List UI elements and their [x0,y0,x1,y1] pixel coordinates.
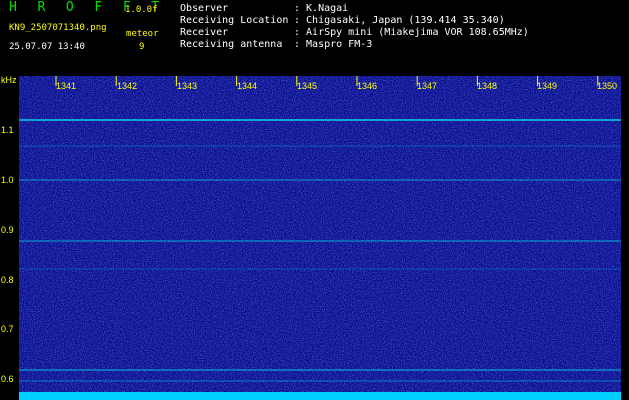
filename-label: KN9_2507071340.png [9,23,107,33]
x-tick-label: 1349 [537,81,558,91]
info-label-location: Receiving Location [180,15,289,26]
info-value-observer: : K.Nagai [294,3,349,14]
info-value-receiver: : AirSpy mini (Miakejima VOR 108.65MHz) [294,27,529,38]
x-tick-label: 1341 [56,81,77,91]
bottom-noise-band [19,392,621,400]
info-value-location: : Chigasaki, Japan (139.414 35.340) [294,15,505,26]
x-tick-label: 1344 [237,81,258,91]
info-label-observer: Observer [180,3,229,14]
x-tick-label: 1343 [177,81,198,91]
timestamp-label: 25.07.07 13:40 [9,42,85,52]
y-tick-label: 0.9 [1,225,14,235]
spectrogram-plot [19,76,621,400]
y-tick-label: 0.7 [1,324,14,334]
y-tick-label: 0.8 [1,275,14,285]
spectrogram-noise [19,76,621,400]
version-label: 1.0.0f [125,5,158,15]
x-tick-label: 1346 [357,81,378,91]
x-tick-label: 1345 [297,81,318,91]
info-label-antenna: Receiving antenna [180,39,283,50]
x-tick-label: 1350 [597,81,618,91]
spectrogram-window: H R O F F T 1.0.0f KN9_2507071340.png 25… [0,0,629,400]
x-tick-label: 1342 [117,81,138,91]
y-tick-label: 1.0 [1,175,14,185]
info-label-receiver: Receiver [180,27,229,38]
x-tick-label: 1348 [477,81,498,91]
meteor-count: 9 [139,42,145,52]
info-value-antenna: : Maspro FM-3 [294,39,373,50]
meteor-label: meteor [126,29,159,39]
y-tick-label: 1.1 [1,125,14,135]
y-unit-label: kHz [1,75,17,85]
y-tick-label: 0.6 [1,374,14,384]
x-tick-label: 1347 [417,81,438,91]
